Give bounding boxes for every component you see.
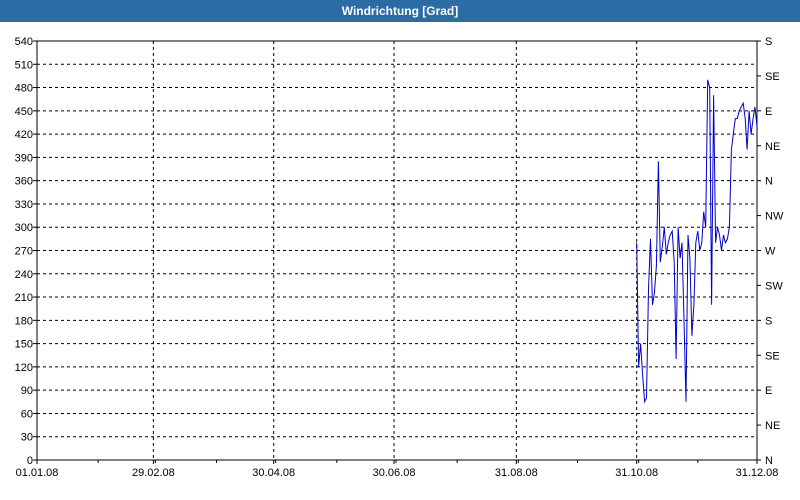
y-tick-label: 300 bbox=[15, 222, 33, 234]
chart-area: 0 30 60 90 120 150 180 210 240 270 300 330 360 390 420… bbox=[0, 22, 800, 500]
x-tick-label: 30.06.08 bbox=[373, 467, 416, 479]
x-tick-label: 30.04.08 bbox=[252, 467, 295, 479]
y-tick-label: 480 bbox=[15, 83, 33, 95]
series-layer bbox=[636, 79, 758, 404]
y-tick-label: 510 bbox=[15, 59, 33, 71]
y-tick-label: 450 bbox=[15, 106, 33, 118]
labels-layer: 0 30 60 90 120 150 180 210 240 270 300 330 360 390 420… bbox=[15, 36, 784, 479]
right-axis-label: N bbox=[765, 176, 773, 188]
wind-direction-chart: 0 30 60 90 120 150 180 210 240 270 300 330 360 390 420… bbox=[15, 36, 784, 479]
x-tick-label: 31.08.08 bbox=[495, 467, 538, 479]
right-axis-label: NE bbox=[765, 141, 780, 153]
y-tick-label: 120 bbox=[15, 362, 33, 374]
right-axis-label: N bbox=[765, 455, 773, 467]
y-tick-label: 210 bbox=[15, 292, 33, 304]
right-axis-label: E bbox=[765, 106, 772, 118]
chart-title: Windrichtung [Grad] bbox=[341, 4, 459, 18]
y-tick-label: 90 bbox=[21, 385, 33, 397]
y-tick-label: 360 bbox=[15, 176, 33, 188]
axes-layer bbox=[33, 40, 761, 464]
wind-direction-line bbox=[636, 79, 758, 404]
y-tick-label: 240 bbox=[15, 269, 33, 281]
y-tick-label: 0 bbox=[27, 455, 33, 467]
right-axis-label: SE bbox=[765, 71, 780, 83]
right-axis-label: SE bbox=[765, 350, 780, 362]
y-tick-label: 60 bbox=[21, 408, 33, 420]
right-axis-label: S bbox=[765, 315, 772, 327]
x-tick-label: 29.02.08 bbox=[132, 467, 175, 479]
chart-title-bar: Windrichtung [Grad] bbox=[0, 0, 800, 22]
right-axis-label: W bbox=[765, 246, 776, 258]
y-tick-label: 540 bbox=[15, 36, 33, 48]
right-axis-label: NW bbox=[765, 211, 784, 223]
y-tick-label: 270 bbox=[15, 246, 33, 258]
x-tick-label: 31.12.08 bbox=[736, 467, 779, 479]
grid-layer bbox=[37, 41, 757, 460]
right-axis-label: E bbox=[765, 385, 772, 397]
y-tick-label: 150 bbox=[15, 339, 33, 351]
y-tick-label: 330 bbox=[15, 199, 33, 211]
right-axis-label: NE bbox=[765, 420, 780, 432]
y-tick-label: 180 bbox=[15, 315, 33, 327]
y-tick-label: 420 bbox=[15, 129, 33, 141]
right-axis-label: S bbox=[765, 36, 772, 48]
x-tick-label: 31.10.08 bbox=[615, 467, 658, 479]
x-tick-label: 01.01.08 bbox=[16, 467, 59, 479]
y-tick-label: 30 bbox=[21, 432, 33, 444]
y-tick-label: 390 bbox=[15, 152, 33, 164]
right-axis-label: SW bbox=[765, 280, 783, 292]
